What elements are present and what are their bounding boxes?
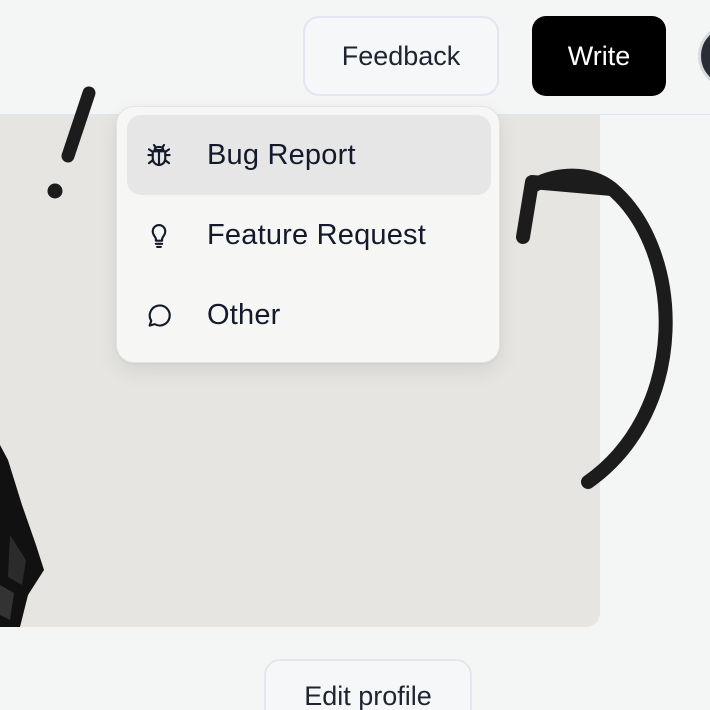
menu-item-feature-request[interactable]: Feature Request [127, 195, 491, 275]
chat-bubble-icon [143, 299, 175, 331]
feedback-button-label: Feedback [341, 40, 461, 71]
menu-item-label: Other [207, 298, 281, 331]
avatar-image [701, 27, 710, 88]
bug-icon [143, 139, 175, 171]
menu-item-other[interactable]: Other [127, 275, 491, 355]
menu-item-label: Bug Report [207, 138, 356, 171]
edit-profile-button[interactable]: Edit profile [264, 659, 472, 710]
cover-illustration [0, 445, 44, 627]
write-button-label: Write [567, 40, 631, 71]
feedback-dropdown-menu: Bug Report Feature Request Other [116, 106, 500, 363]
lightbulb-icon [143, 219, 175, 251]
feedback-button[interactable]: Feedback [303, 16, 499, 96]
menu-item-bug-report[interactable]: Bug Report [127, 115, 491, 195]
edit-profile-label: Edit profile [304, 681, 432, 710]
write-button[interactable]: Write [532, 16, 666, 96]
page: Feedback Write Bug Report Feature Reques… [0, 0, 710, 710]
avatar[interactable] [698, 24, 710, 88]
menu-item-label: Feature Request [207, 218, 427, 251]
